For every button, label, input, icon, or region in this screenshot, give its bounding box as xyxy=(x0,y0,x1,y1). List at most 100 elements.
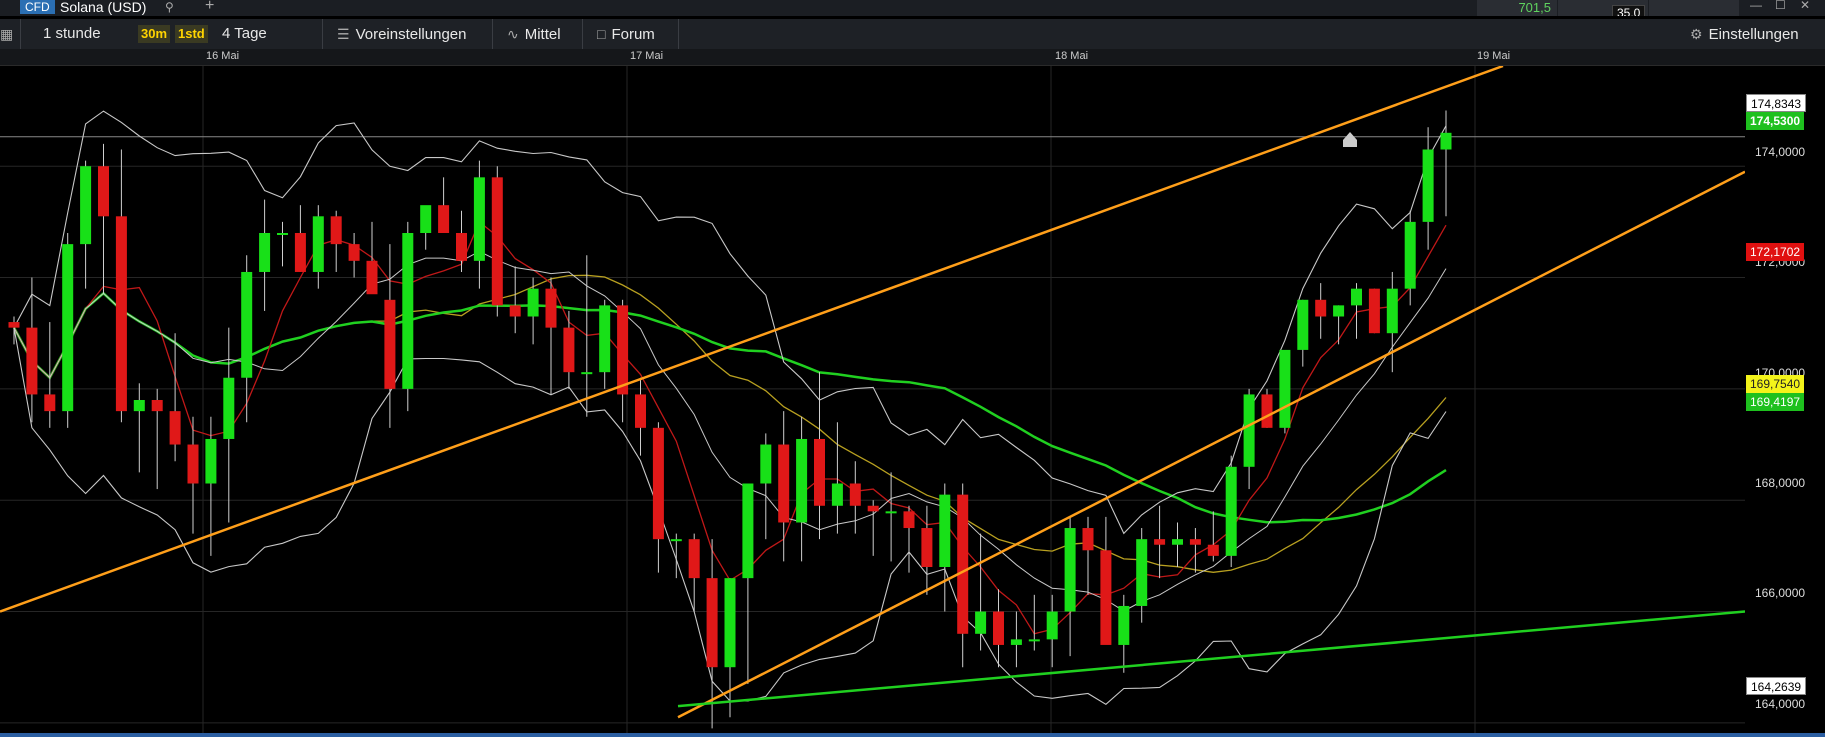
axis-tick: 166,0000 xyxy=(1755,586,1806,600)
candle-body xyxy=(831,483,843,506)
yellow-ma-label: 169,7540 xyxy=(1746,375,1805,393)
candle-body xyxy=(814,438,825,506)
candle-body xyxy=(903,511,915,529)
candle-body xyxy=(706,578,718,668)
candle-body xyxy=(796,438,808,523)
candle-body xyxy=(509,305,521,317)
window-titlebar: CFD Solana (USD) ⚲ + 701,5 35,0 — ☐ ✕ xyxy=(0,0,1825,16)
candle-body xyxy=(957,494,969,634)
date-label: 16 Mai xyxy=(206,50,240,62)
candle-body xyxy=(581,372,593,375)
candle-body xyxy=(617,305,629,395)
candle-body xyxy=(187,444,199,484)
candle-body xyxy=(473,177,485,261)
settings-button[interactable]: ⚙ Einstellungen xyxy=(1690,19,1799,49)
candle-body xyxy=(1315,299,1327,317)
candlesticks xyxy=(8,110,1452,729)
candle-body xyxy=(1351,288,1362,306)
layout-icon[interactable]: ▦ xyxy=(0,19,18,49)
forum-button[interactable]: □ Forum xyxy=(582,19,655,49)
candle-body xyxy=(1333,305,1345,317)
candle-body xyxy=(44,394,56,412)
sliders-icon: ☰ xyxy=(337,26,350,42)
candle-body xyxy=(1189,539,1201,545)
candle-body xyxy=(1100,550,1112,645)
spread-value: 35,0 xyxy=(1612,5,1646,16)
gear-icon: ⚙ xyxy=(1690,26,1703,42)
buy-price[interactable] xyxy=(1649,0,1739,16)
last-price-label: 174,5300 xyxy=(1746,112,1805,130)
instrument-name[interactable]: Solana (USD) xyxy=(60,0,146,15)
price-chart[interactable] xyxy=(0,66,1745,734)
badge-30m[interactable]: 30m xyxy=(138,25,171,43)
green-support-line xyxy=(677,610,1745,708)
candle-body xyxy=(1297,299,1309,350)
candle-body xyxy=(80,166,92,245)
interval-1std-button[interactable]: 1std xyxy=(175,19,208,49)
add-tab-icon[interactable]: + xyxy=(205,0,214,15)
sell-price[interactable]: 701,5 xyxy=(1477,0,1557,16)
candle-body xyxy=(742,483,754,579)
candle-body xyxy=(1154,539,1166,545)
candle-body xyxy=(420,205,432,233)
forum-label: Forum xyxy=(611,26,655,43)
candle-body xyxy=(921,528,933,567)
presets-label: Voreinstellungen xyxy=(355,26,467,43)
candle-body xyxy=(1010,639,1022,645)
candle-body xyxy=(312,216,324,272)
candle-body xyxy=(1368,288,1380,334)
candle-body xyxy=(1422,149,1434,222)
candle-body xyxy=(491,177,503,306)
candle-body xyxy=(241,271,253,378)
candle-body xyxy=(939,494,951,567)
marker-icon[interactable] xyxy=(1343,132,1357,147)
candle-body xyxy=(1440,132,1452,150)
cfd-badge: CFD xyxy=(20,0,55,14)
candle-body xyxy=(402,233,414,389)
candle-body xyxy=(1118,605,1130,645)
presets-button[interactable]: ☰ Voreinstellungen xyxy=(322,19,466,49)
candle-body xyxy=(760,444,772,484)
candle-body xyxy=(384,299,396,389)
candle-body xyxy=(62,244,74,412)
candle-body xyxy=(1243,394,1255,467)
candle-body xyxy=(1028,639,1040,642)
candle-body xyxy=(1136,539,1148,606)
candle-body xyxy=(1046,611,1058,640)
candle-body xyxy=(1082,528,1094,551)
candle-body xyxy=(867,505,879,512)
indicators-button[interactable]: ∿ Mittel xyxy=(492,19,561,49)
minimize-icon[interactable]: — xyxy=(1750,0,1762,12)
range-select[interactable]: 4 Tage xyxy=(222,19,267,49)
interval-select[interactable]: 1 stunde xyxy=(20,19,143,49)
red-ma-label: 172,1702 xyxy=(1746,243,1805,261)
candle-body xyxy=(1386,288,1398,334)
badge-1std[interactable]: 1std xyxy=(175,25,208,43)
candle-body xyxy=(456,233,467,261)
bottom-strip xyxy=(0,733,1825,737)
close-icon[interactable]: ✕ xyxy=(1800,0,1810,12)
candle-body xyxy=(348,244,360,261)
indicator-icon: ∿ xyxy=(507,26,519,42)
candle-body xyxy=(563,327,575,373)
candle-body xyxy=(1225,466,1237,556)
date-label: 18 Mai xyxy=(1055,50,1089,62)
candle-body xyxy=(151,400,163,412)
candle-body xyxy=(8,322,20,328)
maximize-icon[interactable]: ☐ xyxy=(1775,0,1786,12)
candle-body xyxy=(366,260,378,295)
interval-30m-button[interactable]: 30m xyxy=(138,19,171,49)
candle-body xyxy=(724,578,736,668)
candle-body xyxy=(330,216,342,245)
candle-body xyxy=(1064,528,1076,612)
search-icon[interactable]: ⚲ xyxy=(165,0,174,14)
green-ma-label: 169,4197 xyxy=(1746,393,1805,411)
axis-tick: 164,0000 xyxy=(1755,697,1806,711)
candle-body xyxy=(26,327,38,395)
candle-body xyxy=(527,288,539,317)
candle-body xyxy=(635,394,646,428)
candle-body xyxy=(670,539,682,542)
date-axis: 16 Mai 17 Mai 18 Mai 19 Mai xyxy=(0,49,1825,66)
candle-body xyxy=(849,483,861,506)
candle-body xyxy=(975,611,987,634)
